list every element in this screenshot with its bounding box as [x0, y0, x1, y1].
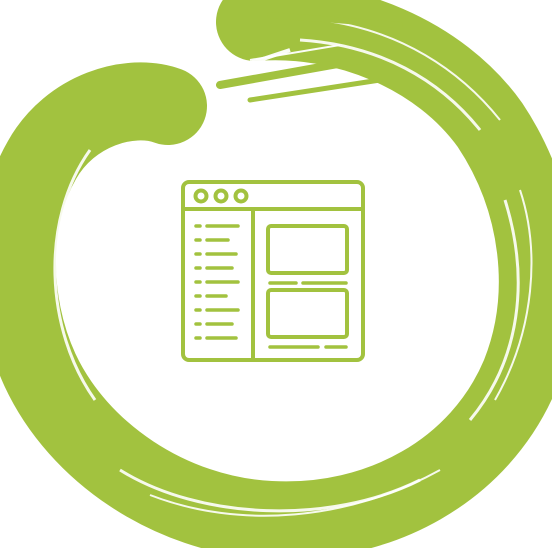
brush-circle-ring: [0, 0, 552, 548]
brush-circle-logo: [0, 0, 552, 548]
web-layout-icon: [181, 180, 365, 362]
logo-canvas: [0, 0, 552, 548]
